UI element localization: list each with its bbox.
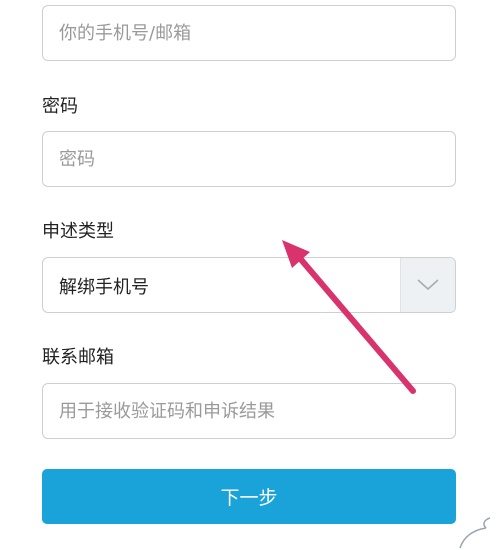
account-input[interactable] [42,5,456,61]
next-step-button[interactable]: 下一步 [42,469,456,524]
complaint-type-select[interactable]: 解绑手机号 [42,257,456,313]
contact-email-input[interactable] [42,383,456,439]
chevron-down-icon [417,279,439,291]
appeal-form-page: 密码 申述类型 解绑手机号 联系邮箱 下一步 [0,0,500,550]
password-label: 密码 [42,96,78,117]
password-input[interactable] [42,131,456,187]
complaint-type-selected-value: 解绑手机号 [59,277,149,298]
complaint-type-label: 申述类型 [42,221,114,242]
contact-email-label: 联系邮箱 [42,347,114,368]
select-dropdown-button[interactable] [400,258,455,312]
